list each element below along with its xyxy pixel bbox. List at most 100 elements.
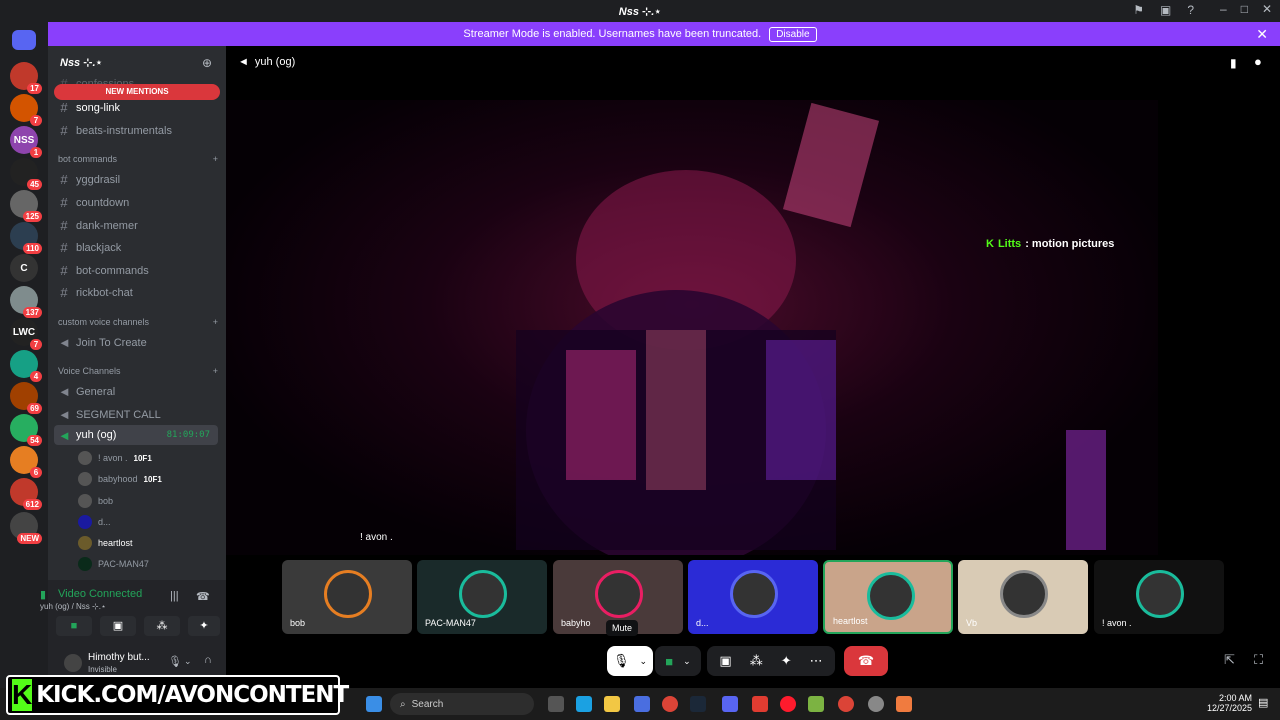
voice-channel-general[interactable]: ◄ General	[58, 384, 218, 399]
add-channel-icon[interactable]: +	[213, 366, 218, 376]
server-icon[interactable]: 612	[10, 478, 42, 510]
camera-button[interactable]: ■ ⌄	[655, 646, 701, 676]
avatar[interactable]	[64, 654, 82, 672]
participant-tile[interactable]: Vb	[958, 560, 1088, 634]
server-icon[interactable]: NEW	[10, 512, 42, 544]
noise-icon[interactable]: |||	[170, 590, 179, 602]
server-icon[interactable]: 137	[10, 286, 42, 318]
camera-button[interactable]: ■	[56, 616, 92, 636]
disconnect-button[interactable]: ☎	[844, 646, 888, 676]
category-voice-channels[interactable]: Voice Channels +	[58, 366, 218, 376]
chrome-icon[interactable]	[662, 696, 678, 712]
server-icon[interactable]: 17	[10, 62, 42, 94]
start-icon[interactable]	[366, 696, 382, 712]
participant-tile[interactable]: ! avon .	[1094, 560, 1224, 634]
popout-icon[interactable]: ⇱	[1224, 652, 1235, 668]
participant-tile[interactable]: PAC-MAN47	[417, 560, 547, 634]
add-channel-icon[interactable]: +	[213, 154, 218, 164]
main-video-stream[interactable]: K Litts : motion pictures ! avon .	[226, 100, 1158, 555]
bookmark-icon[interactable]: ▮	[1230, 56, 1237, 70]
chevron-down-icon[interactable]: ⌄	[184, 656, 192, 667]
server-icon[interactable]: 45	[10, 158, 42, 190]
mute-button[interactable]: 🎙 ⌄	[607, 646, 653, 676]
server-name[interactable]: Nss ⊹.⋆	[60, 56, 102, 69]
mention-badge: 137	[22, 307, 42, 318]
voice-user[interactable]: PAC-MAN47	[78, 557, 149, 571]
channel-bot-commands[interactable]: # bot-commands	[58, 263, 218, 278]
steam-icon[interactable]	[690, 696, 706, 712]
channel-blackjack[interactable]: # blackjack	[58, 240, 218, 255]
help-icon[interactable]: ?	[1187, 3, 1194, 17]
screen-share-button[interactable]: ▣	[100, 616, 136, 636]
invite-icon[interactable]: ⊕	[202, 56, 212, 70]
notification-icon[interactable]: ▤	[1258, 696, 1268, 709]
store-icon[interactable]	[634, 696, 650, 712]
voice-user[interactable]: d...	[78, 515, 111, 529]
voice-channel-yuh-og[interactable]: ◄ yuh (og) 81:09:07	[54, 425, 218, 445]
server-icon[interactable]: 4	[10, 350, 42, 382]
inbox-icon[interactable]: ⚑	[1133, 3, 1144, 17]
soundboard-button[interactable]: ✦	[188, 616, 220, 636]
server-icon[interactable]: 54	[10, 414, 42, 446]
app-icon[interactable]	[868, 696, 884, 712]
voice-user[interactable]: bob	[78, 494, 113, 508]
server-icon[interactable]: 6	[10, 446, 42, 478]
channel-beats-instrumentals[interactable]: # beats-instrumentals	[58, 123, 218, 138]
task-view-icon[interactable]	[548, 696, 564, 712]
server-icon[interactable]: 7	[10, 94, 42, 126]
app-icon[interactable]	[808, 696, 824, 712]
microphone-icon[interactable]: 🎙	[168, 655, 182, 668]
opera-icon[interactable]	[780, 696, 796, 712]
disconnect-icon[interactable]: ☎	[196, 590, 210, 603]
chevron-down-icon[interactable]: ⌄	[683, 656, 691, 667]
file-explorer-icon[interactable]	[604, 696, 620, 712]
chevron-down-icon[interactable]: ⌄	[639, 656, 647, 667]
discord-icon[interactable]	[722, 696, 738, 712]
server-icon[interactable]: NSS 1	[10, 126, 42, 158]
category-bot-commands[interactable]: bot commands +	[58, 154, 218, 164]
participant-tile[interactable]: bob	[282, 560, 412, 634]
server-icon[interactable]: C	[10, 254, 38, 282]
chat-icon[interactable]: ●	[1254, 54, 1262, 69]
minimize-icon[interactable]: –	[1220, 2, 1227, 16]
soundboard-icon[interactable]: ✦	[781, 653, 792, 669]
screen-icon[interactable]: ▣	[1160, 3, 1171, 17]
voice-user[interactable]: babyhood 10F1	[78, 472, 162, 486]
server-icon[interactable]: 69	[10, 382, 42, 414]
maximize-icon[interactable]: □	[1241, 2, 1248, 16]
server-icon[interactable]: 110	[10, 222, 42, 254]
mention-badge: 612	[22, 499, 42, 510]
activities-icon[interactable]: ⁂	[750, 653, 763, 669]
app-icon[interactable]	[752, 696, 768, 712]
activities-button[interactable]: ⁂	[144, 616, 180, 636]
participant-tile[interactable]: heartlost	[823, 560, 953, 634]
close-icon[interactable]: ✕	[1256, 26, 1268, 43]
screen-share-icon[interactable]: ▣	[719, 653, 731, 669]
fullscreen-icon[interactable]: ⛶	[1254, 652, 1263, 668]
chrome-icon[interactable]	[838, 696, 854, 712]
soundcloud-icon[interactable]	[896, 696, 912, 712]
channel-dank-memer[interactable]: # dank-memer	[58, 218, 218, 233]
disable-button[interactable]: Disable	[769, 26, 817, 42]
voice-user[interactable]: ! avon . 10F1	[78, 451, 152, 465]
channel-song-link[interactable]: # song-link	[58, 100, 218, 115]
close-window-icon[interactable]: ✕	[1262, 2, 1272, 16]
voice-channel-join-to-create[interactable]: ◄ Join To Create	[58, 335, 218, 350]
new-mentions-pill[interactable]: NEW MENTIONS	[54, 84, 220, 100]
discord-home-icon[interactable]	[12, 30, 36, 50]
voice-user[interactable]: heartlost	[78, 536, 133, 550]
channel-yggdrasil[interactable]: # yggdrasil	[58, 172, 218, 187]
channel-countdown[interactable]: # countdown	[58, 195, 218, 210]
server-icon[interactable]: 125	[10, 190, 42, 222]
category-custom-voice[interactable]: custom voice channels +	[58, 317, 218, 327]
participant-tile[interactable]: d...	[688, 560, 818, 634]
edge-icon[interactable]	[576, 696, 592, 712]
server-icon[interactable]: LWC 7	[10, 318, 42, 350]
taskbar-search[interactable]: ⌕ Search	[390, 693, 534, 715]
clock[interactable]: 2:00 AM 12/27/2025	[1196, 693, 1252, 713]
channel-rickbot-chat[interactable]: # rickbot-chat	[58, 285, 218, 300]
voice-channel-segment-call[interactable]: ◄ SEGMENT CALL	[58, 407, 218, 422]
headphones-icon[interactable]: ∩	[204, 654, 212, 666]
add-channel-icon[interactable]: +	[213, 317, 218, 327]
more-icon[interactable]: ⋯	[810, 653, 823, 669]
